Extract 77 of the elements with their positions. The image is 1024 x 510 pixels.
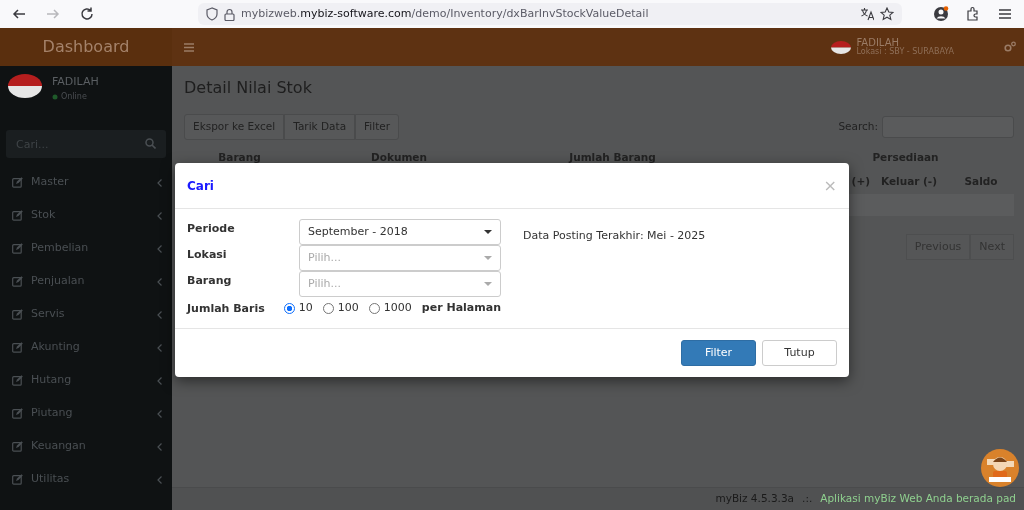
shield-icon	[206, 7, 218, 21]
field-label: Lokasi	[187, 247, 228, 263]
close-button[interactable]: ×	[823, 177, 837, 194]
dialog-title: Cari	[187, 177, 214, 195]
chevron-left-icon	[157, 475, 162, 484]
edit-icon	[12, 243, 23, 254]
edit-icon	[12, 210, 23, 221]
radio-label: 100	[337, 300, 359, 316]
search-icon	[145, 138, 156, 149]
address-bar[interactable]: mybizweb.mybiz-software.com/demo/Inventory/dxBarInvStockValueDetail	[198, 3, 902, 25]
edit-icon	[12, 408, 23, 419]
radio-label: 1000	[383, 300, 412, 316]
edit-icon	[12, 474, 23, 485]
radio-label: 10	[298, 300, 313, 316]
edit-icon	[12, 375, 23, 386]
chevron-left-icon	[157, 343, 162, 352]
chevron-left-icon	[157, 178, 162, 187]
sidebar-item[interactable]: Utilitas	[0, 463, 172, 496]
sidebar-item[interactable]: Penjualan	[0, 265, 172, 298]
settings-icon[interactable]	[1004, 41, 1016, 53]
account-icon[interactable]	[933, 6, 949, 22]
url-text: mybizweb.mybiz-software.com/demo/Inventory/dxBarInvStockValueDetail	[241, 5, 650, 22]
separator-text: .:.	[802, 491, 813, 507]
version-text: myBiz 4.5.3.3a	[715, 491, 795, 507]
radio-button[interactable]	[283, 302, 295, 314]
sidebar-item[interactable]: Piutang	[0, 397, 172, 430]
edit-icon	[12, 441, 23, 452]
translate-icon	[860, 7, 874, 21]
sidebar-item[interactable]: Akunting	[0, 331, 172, 364]
sidebar-item[interactable]: Keuangan	[0, 430, 172, 463]
suffix-text: per Halaman	[421, 300, 501, 316]
posting-info-text: Data Posting Terakhir: Mei - 2025	[523, 228, 706, 244]
location-text: Lokasi : SBY - SURABAYA	[856, 47, 954, 57]
chevron-left-icon	[157, 211, 162, 220]
chevron-left-icon	[157, 376, 162, 385]
field-label: Jumlah Baris	[187, 301, 266, 317]
edit-icon	[12, 309, 23, 320]
sidebar-item[interactable]: Master	[0, 166, 172, 199]
sidebar-item[interactable]: Stok	[0, 199, 172, 232]
user-avatar-icon	[8, 74, 42, 98]
close-button[interactable]: Tutup	[762, 340, 837, 366]
radio-button[interactable]	[368, 302, 380, 314]
page-title: Detail Nilai Stok	[184, 77, 313, 99]
status-dot-icon	[52, 93, 58, 100]
dashboard-logo[interactable]: Dashboard	[0, 28, 172, 66]
chevron-left-icon	[157, 310, 162, 319]
lock-icon	[224, 7, 235, 21]
star-icon	[880, 7, 894, 21]
chevron-left-icon	[157, 277, 162, 286]
select-field[interactable]: September - 2018	[299, 219, 501, 245]
status-message: Aplikasi myBiz Web Anda berada pad	[820, 491, 1016, 507]
sidebar-item[interactable]: Hutang	[0, 364, 172, 397]
sidebar-item[interactable]: Servis	[0, 298, 172, 331]
caret-icon	[484, 256, 492, 260]
filter-button[interactable]: Filter	[681, 340, 756, 366]
select-field[interactable]: Pilih...	[299, 245, 501, 271]
edit-icon	[12, 177, 23, 188]
edit-icon	[12, 276, 23, 287]
field-label: Barang	[187, 273, 233, 289]
chevron-left-icon	[157, 244, 162, 253]
caret-icon	[484, 282, 492, 286]
caret-icon	[484, 230, 492, 234]
menu-icon[interactable]	[997, 6, 1013, 22]
edit-icon	[12, 342, 23, 353]
user-name: FADILAH	[856, 37, 899, 48]
sidebar-item[interactable]: Pembelian	[0, 232, 172, 265]
chevron-left-icon	[157, 409, 162, 418]
user-name: FADILAH	[52, 74, 99, 90]
chevron-left-icon	[157, 442, 162, 451]
reload-icon[interactable]	[79, 6, 95, 22]
column-header: (+)	[850, 173, 870, 189]
field-label: Periode	[187, 221, 236, 237]
user-flag-icon	[830, 40, 851, 54]
select-field[interactable]: Pilih...	[299, 271, 501, 297]
menu-icon[interactable]	[184, 42, 194, 52]
extensions-icon[interactable]	[965, 6, 981, 22]
radio-button[interactable]	[322, 302, 334, 314]
